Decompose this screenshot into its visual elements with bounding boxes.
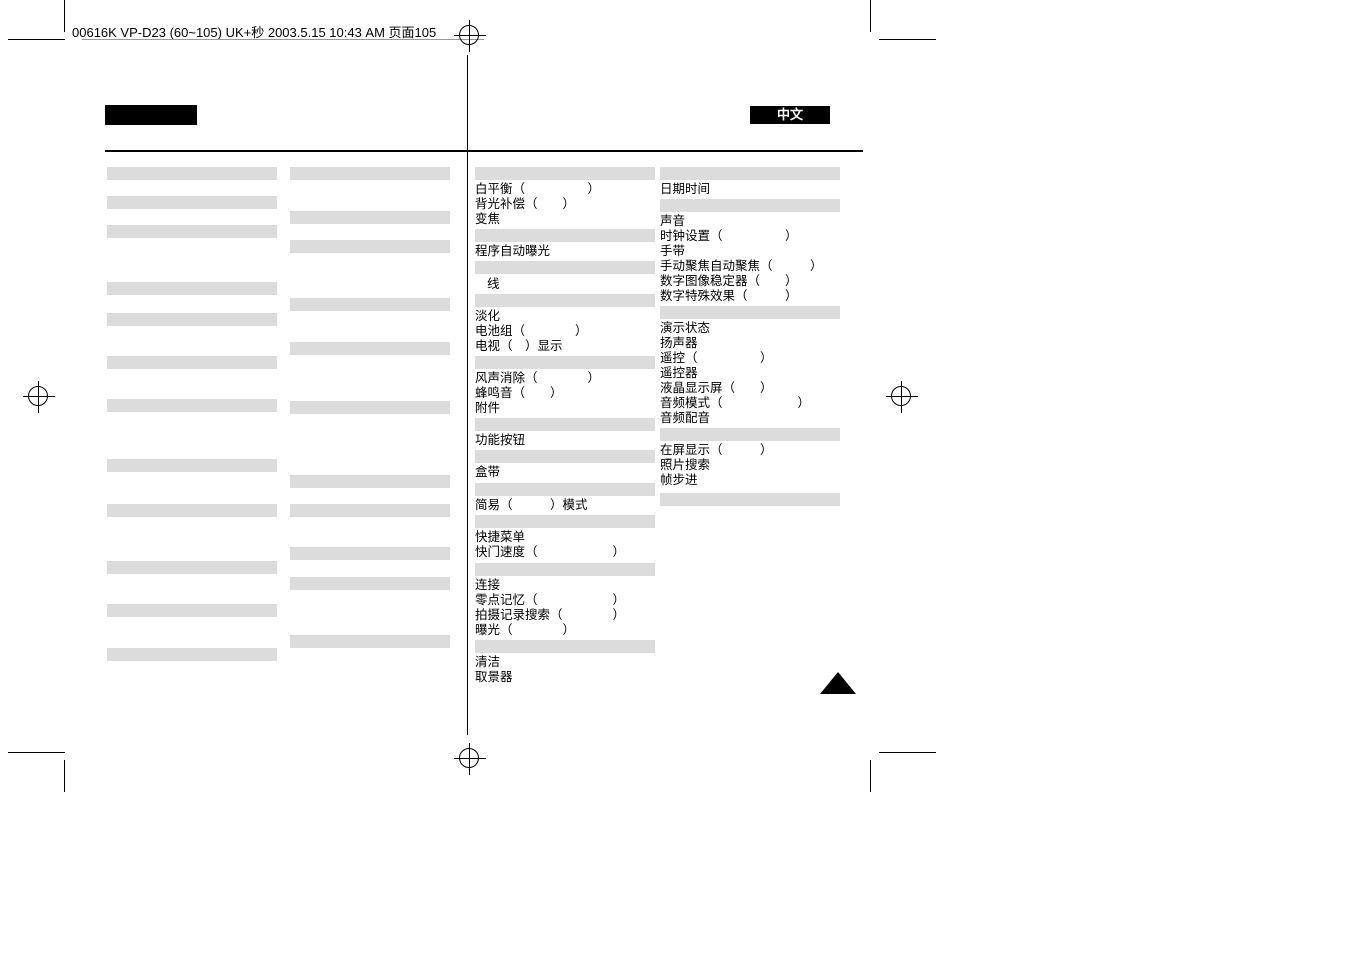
index-entry: 电视（ ）显示: [475, 339, 655, 354]
index-heading: [475, 450, 655, 463]
index-entry: 零点记忆（ ）: [475, 593, 655, 608]
language-tab: 中文: [750, 106, 830, 124]
registration-mark: [891, 386, 911, 406]
index-entry: 背光补偿（ ）: [475, 197, 655, 212]
registration-mark: [28, 386, 48, 406]
index-heading: [660, 306, 840, 319]
index-heading: [107, 504, 277, 517]
registration-mark: [459, 748, 479, 768]
index-entry: 取景器: [475, 670, 655, 685]
index-entry: 音频配音: [660, 411, 840, 426]
index-heading: [290, 547, 450, 560]
index-entry: 时钟设置（ ）: [660, 229, 840, 244]
index-entry: 音频模式（ ）: [660, 396, 840, 411]
index-heading: [107, 459, 277, 472]
index-entry: 简易（ ）模式: [475, 498, 655, 513]
page-divider-top: [105, 150, 863, 152]
index-heading: [660, 167, 840, 180]
index-entry: 程序自动曝光: [475, 244, 655, 259]
index-heading: [660, 199, 840, 212]
index-heading: [290, 342, 450, 355]
index-entry: 功能按钮: [475, 433, 655, 448]
index-entry: 数字特殊效果（ ）: [660, 289, 840, 304]
index-heading: [107, 225, 277, 238]
header-underline: [82, 39, 484, 40]
index-heading: [475, 640, 655, 653]
index-entry: 扬声器: [660, 336, 840, 351]
index-entry: 拍摄记录搜索（ ）: [475, 608, 655, 623]
index-entry: 帧步进: [660, 473, 840, 488]
crop-mark: [879, 752, 936, 753]
index-entry: 附件: [475, 401, 655, 416]
index-entry: 白平衡（ ）: [475, 182, 655, 197]
crop-mark: [870, 760, 871, 792]
index-heading: [290, 504, 450, 517]
index-entry: 快捷菜单: [475, 530, 655, 545]
index-heading: [290, 577, 450, 590]
index-entry: 线: [487, 277, 667, 292]
index-entry: 在屏显示（ ）: [660, 443, 840, 458]
index-heading: [475, 483, 655, 496]
index-entry: 数字图像稳定器（ ）: [660, 274, 840, 289]
crop-mark: [64, 0, 65, 32]
index-heading: [290, 475, 450, 488]
index-heading: [660, 493, 840, 506]
index-heading: [660, 428, 840, 441]
index-heading: [107, 196, 277, 209]
index-entry: 遥控（ ）: [660, 351, 840, 366]
index-heading: [475, 515, 655, 528]
index-entry: 盒带: [475, 465, 655, 480]
index-entry: 蜂鸣音（ ）: [475, 386, 655, 401]
page-divider-center: [467, 55, 468, 735]
index-heading: [475, 418, 655, 431]
index-heading: [475, 356, 655, 369]
index-entry: 手带: [660, 244, 840, 259]
registration-mark: [459, 25, 479, 45]
index-heading: [475, 167, 655, 180]
index-entry: 日期时间: [660, 182, 840, 197]
index-heading: [107, 648, 277, 661]
section-block: [105, 105, 197, 125]
index-heading: [107, 561, 277, 574]
index-heading: [107, 399, 277, 412]
index-heading: [290, 298, 450, 311]
crop-mark: [8, 39, 65, 40]
index-entry: 手动聚焦自动聚焦（ ）: [660, 259, 840, 274]
index-entry: 曝光（ ）: [475, 623, 655, 638]
index-entry: 液晶显示屏（ ）: [660, 381, 840, 396]
crop-mark: [879, 39, 936, 40]
index-heading: [107, 282, 277, 295]
index-heading: [290, 211, 450, 224]
index-entry: 风声消除（ ）: [475, 371, 655, 386]
index-heading: [290, 240, 450, 253]
index-heading: [290, 167, 450, 180]
index-heading: [475, 229, 655, 242]
index-entry: 变焦: [475, 212, 655, 227]
index-heading: [475, 294, 655, 307]
index-entry: 电池组（ ）: [475, 324, 655, 339]
index-entry: 连接: [475, 578, 655, 593]
index-heading: [475, 261, 655, 274]
index-entry: 演示状态: [660, 321, 840, 336]
index-heading: [107, 356, 277, 369]
index-entry: 清洁: [475, 655, 655, 670]
index-heading: [107, 313, 277, 326]
index-entry: 遥控器: [660, 366, 840, 381]
index-heading: [107, 604, 277, 617]
crop-mark: [64, 760, 65, 792]
index-entry: 声音: [660, 214, 840, 229]
index-heading: [290, 401, 450, 414]
index-entry: 淡化: [475, 309, 655, 324]
crop-mark: [8, 752, 65, 753]
crop-mark: [870, 0, 871, 32]
index-heading: [475, 563, 655, 576]
index-entry: 快门速度（ ）: [475, 545, 655, 560]
index-heading: [107, 167, 277, 180]
index-heading: [290, 635, 450, 648]
index-entry: 照片搜索: [660, 458, 840, 473]
page-turn-icon: [820, 672, 856, 694]
